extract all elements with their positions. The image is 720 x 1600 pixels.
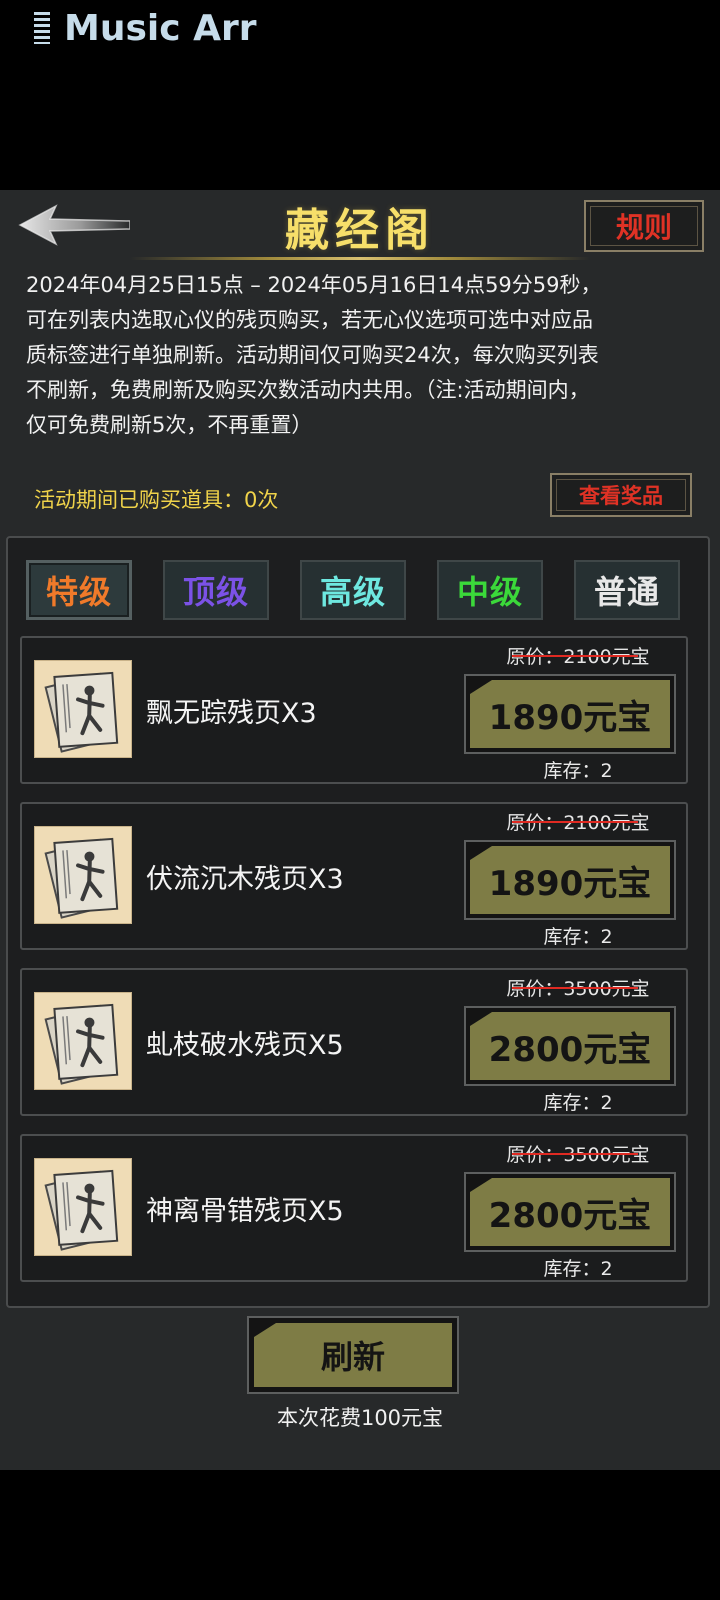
rules-button[interactable]: 规则 bbox=[584, 200, 704, 252]
item-name: 神离骨错残页X5 bbox=[146, 1195, 344, 1227]
stock-label: 库存：2 bbox=[543, 926, 613, 948]
tab-quality-normal[interactable]: 普通 bbox=[574, 560, 680, 620]
description-line: 不刷新，免费刷新及购买次数活动内共用。（注:活动期间内， bbox=[26, 378, 590, 402]
description-line: 仅可免费刷新5次，不再重置） bbox=[26, 413, 313, 437]
status-bar-app: Music Arr bbox=[34, 6, 256, 50]
description-line: 2024年04月25日15点 – 2024年05月16日14点59分59秒， bbox=[26, 273, 602, 297]
tab-quality-special[interactable]: 特级 bbox=[26, 560, 132, 620]
item-name: 虬枝破水残页X5 bbox=[146, 1029, 344, 1061]
refresh-button[interactable]: 刷新 bbox=[247, 1316, 459, 1394]
manual-page-icon bbox=[34, 1158, 132, 1256]
quality-tabs: 特级 顶级 高级 中级 普通 bbox=[26, 560, 690, 620]
stock-label: 库存：2 bbox=[543, 1092, 613, 1114]
original-price: 原价：2100元宝 bbox=[506, 646, 650, 668]
shop-panel: 特级 顶级 高级 中级 普通 飘无踪残页X3 原价：2100元宝 1890元宝 … bbox=[6, 536, 710, 1308]
item-list: 飘无踪残页X3 原价：2100元宝 1890元宝 库存：2 伏流沉木残页X3 原… bbox=[20, 636, 688, 1300]
buy-button[interactable]: 2800元宝 bbox=[464, 1172, 676, 1252]
description-line: 可在列表内选取心仪的残页购买，若无心仪选项可选中对应品 bbox=[26, 308, 593, 332]
stock-label: 库存：2 bbox=[543, 1258, 613, 1280]
item-name: 飘无踪残页X3 bbox=[146, 697, 317, 729]
game-screen: 藏经阁 规则 2024年04月25日15点 – 2024年05月16日14点59… bbox=[0, 190, 720, 1470]
header: 藏经阁 规则 bbox=[0, 190, 720, 260]
buy-price: 1890元宝 bbox=[470, 846, 670, 914]
manual-page-icon bbox=[34, 826, 132, 924]
title-underline bbox=[130, 257, 590, 260]
tab-quality-mid[interactable]: 中级 bbox=[437, 560, 543, 620]
buy-button[interactable]: 1890元宝 bbox=[464, 674, 676, 754]
shop-item: 虬枝破水残页X5 原价：3500元宝 2800元宝 库存：2 bbox=[20, 968, 688, 1116]
stock-label: 库存：2 bbox=[543, 760, 613, 782]
app-icon bbox=[34, 12, 50, 44]
refresh-cost: 本次花费100元宝 bbox=[276, 1406, 444, 1430]
manual-page-icon bbox=[34, 992, 132, 1090]
refresh-label: 刷新 bbox=[254, 1323, 452, 1387]
shop-item: 神离骨错残页X5 原价：3500元宝 2800元宝 库存：2 bbox=[20, 1134, 688, 1282]
view-prizes-button[interactable]: 查看奖品 bbox=[550, 473, 692, 517]
shop-item: 飘无踪残页X3 原价：2100元宝 1890元宝 库存：2 bbox=[20, 636, 688, 784]
buy-price: 1890元宝 bbox=[470, 680, 670, 748]
original-price: 原价：3500元宝 bbox=[506, 1144, 650, 1166]
tab-quality-top[interactable]: 顶级 bbox=[163, 560, 269, 620]
tab-quality-high[interactable]: 高级 bbox=[300, 560, 406, 620]
buy-price: 2800元宝 bbox=[470, 1012, 670, 1080]
description-line: 质标签进行单独刷新。活动期间仅可购买24次，每次购买列表 bbox=[26, 343, 599, 367]
original-price: 原价：3500元宝 bbox=[506, 978, 650, 1000]
purchased-count: 活动期间已购买道具：0次 bbox=[34, 488, 279, 512]
original-price: 原价：2100元宝 bbox=[506, 812, 650, 834]
buy-button[interactable]: 2800元宝 bbox=[464, 1006, 676, 1086]
manual-page-icon bbox=[34, 660, 132, 758]
buy-price: 2800元宝 bbox=[470, 1178, 670, 1246]
buy-button[interactable]: 1890元宝 bbox=[464, 840, 676, 920]
event-description: 2024年04月25日15点 – 2024年05月16日14点59分59秒， 可… bbox=[26, 268, 686, 443]
item-name: 伏流沉木残页X3 bbox=[146, 863, 344, 895]
app-name: Music Arr bbox=[64, 7, 257, 49]
shop-item: 伏流沉木残页X3 原价：2100元宝 1890元宝 库存：2 bbox=[20, 802, 688, 950]
